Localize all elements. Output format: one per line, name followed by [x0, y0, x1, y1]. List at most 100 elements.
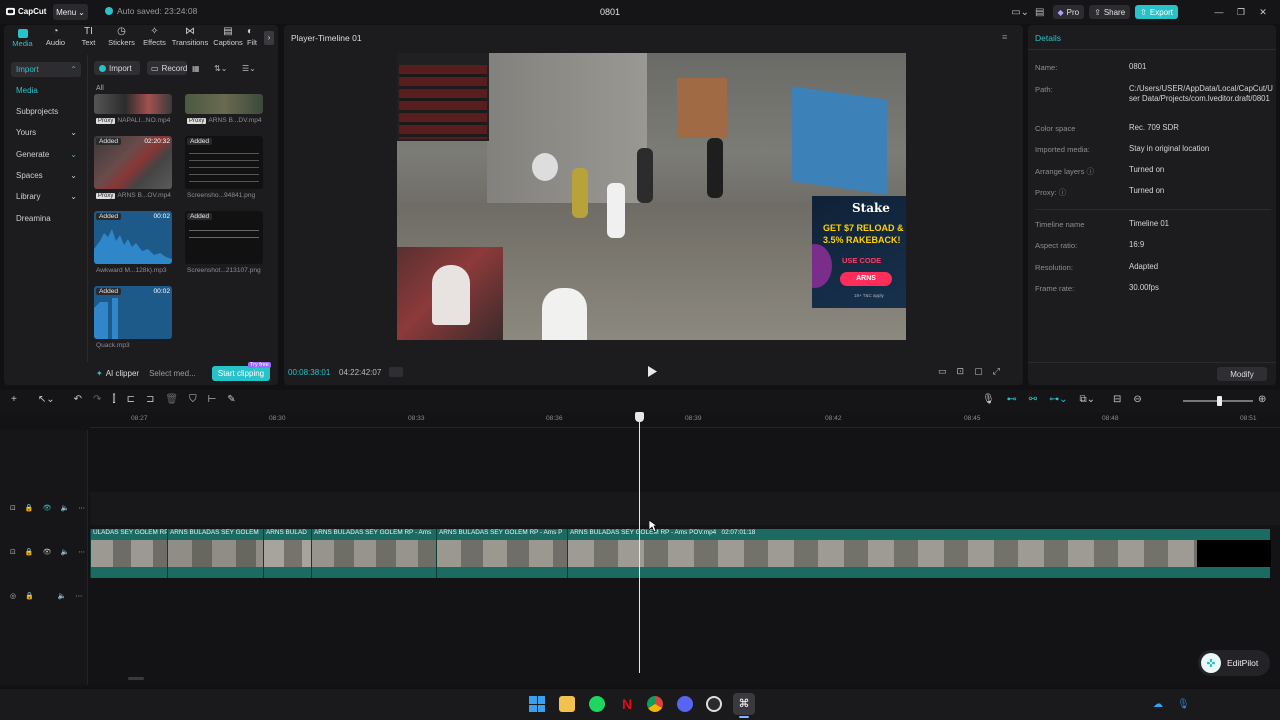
timeline-clip[interactable]: ARNS BULAD: [263, 529, 311, 578]
timeline-clip[interactable]: ARNS BULADAS SEY GOLEM RP - Ams: [311, 529, 436, 578]
add-track-icon[interactable]: +: [11, 394, 17, 405]
delete-icon[interactable]: 🗑: [165, 394, 178, 405]
shortcut-icon[interactable]: ▤: [1035, 7, 1044, 18]
minimize-icon[interactable]: —: [1208, 7, 1230, 17]
magnet-icon[interactable]: ⊷: [1007, 394, 1017, 405]
track-icon[interactable]: ⊡: [10, 548, 16, 556]
fullscreen-icon[interactable]: ⤢: [993, 366, 1000, 377]
timeline-clip[interactable]: ULADAS SEY GOLEM RP -: [90, 529, 172, 578]
media-item-awkward-audio[interactable]: Added 00:02: [94, 211, 172, 264]
close-icon[interactable]: ✕: [1252, 7, 1274, 18]
crop-icon[interactable]: ⊡: [957, 366, 965, 377]
microphone-icon[interactable]: 🎙: [982, 394, 995, 405]
pro-button[interactable]: ◆ Pro: [1052, 5, 1085, 19]
compound-icon[interactable]: ⧉⌄: [1079, 394, 1095, 405]
more-icon[interactable]: ⋯: [76, 592, 83, 600]
zoom-in-icon[interactable]: ⊕: [1258, 394, 1266, 405]
sidebar-item-import[interactable]: Import ⌃: [11, 62, 81, 77]
more-icon[interactable]: ⋯: [78, 504, 85, 512]
trim-right-icon[interactable]: ⊐: [146, 394, 154, 405]
lock-icon[interactable]: 🔒: [25, 504, 34, 512]
redo-icon[interactable]: ↷: [93, 394, 101, 405]
tab-text[interactable]: TI Text: [72, 26, 105, 48]
sidebar-item-spaces[interactable]: Spaces ⌄: [11, 168, 81, 183]
timeline-clip[interactable]: ARNS BULADAS SEY GOLEM RP - Ams POV.mp4 …: [567, 529, 1271, 578]
video-preview[interactable]: Stake GET $7 RELOAD & 3.5% RAKEBACK! USE…: [397, 53, 906, 340]
sidebar-item-dreamina[interactable]: Dreamina: [11, 211, 81, 226]
tab-effects[interactable]: ✧ Effects: [138, 26, 171, 48]
menu-button[interactable]: Menu ⌄: [53, 4, 88, 20]
editpilot-button[interactable]: ✜ EditPilot: [1198, 650, 1270, 676]
timeline-clip[interactable]: ARNS BULADAS SEY GOLEM: [167, 529, 263, 578]
filter-icon[interactable]: ☰⌄: [242, 61, 256, 75]
discord-icon[interactable]: [677, 696, 693, 712]
sidebar-item-library[interactable]: Library ⌄: [11, 189, 81, 204]
timeline-scrollbar[interactable]: [128, 677, 144, 680]
volume-icon[interactable]: 🔈: [60, 548, 69, 556]
preview-axis-icon[interactable]: ⊶⌄: [1049, 394, 1067, 405]
export-button[interactable]: ⇧ Export: [1135, 5, 1178, 19]
ratio-icon[interactable]: ▢: [974, 366, 983, 377]
audio-track-icon[interactable]: ◎: [10, 592, 16, 600]
sidebar-item-generate[interactable]: Generate ⌄: [11, 147, 81, 162]
import-button[interactable]: Import: [94, 61, 140, 75]
player-menu-icon[interactable]: ≡: [1002, 32, 1007, 42]
mic-tray-icon[interactable]: 🎙: [1177, 699, 1190, 710]
lock-icon[interactable]: 🔒: [25, 592, 34, 600]
windows-start-icon[interactable]: [529, 696, 545, 712]
media-item-quack-audio[interactable]: Added 00:02: [94, 286, 172, 339]
file-explorer-icon[interactable]: [559, 696, 575, 712]
capcut-taskbar-icon[interactable]: ⌘: [733, 693, 755, 715]
undo-icon[interactable]: ↶: [74, 394, 82, 405]
draw-icon[interactable]: ✎: [227, 394, 235, 405]
freeze-icon[interactable]: ⊢: [208, 394, 217, 405]
netflix-icon[interactable]: N: [619, 696, 635, 712]
volume-icon[interactable]: 🔈: [60, 504, 69, 512]
tab-transitions[interactable]: ⋈ Transitions: [171, 26, 209, 48]
layout-icon[interactable]: ▭⌄: [1011, 7, 1029, 18]
lock-icon[interactable]: 🔒: [25, 548, 34, 556]
eye-icon[interactable]: 👁: [43, 548, 52, 556]
chrome-icon[interactable]: [647, 696, 663, 712]
record-button[interactable]: ▭ Record: [147, 61, 187, 75]
tab-stickers[interactable]: ◷ Stickers: [105, 26, 138, 48]
sort-icon[interactable]: ⇅⌄: [214, 61, 227, 75]
tab-captions[interactable]: ▤ Captions: [209, 26, 247, 48]
quality-icon[interactable]: ▭: [938, 366, 947, 377]
sidebar-item-yours[interactable]: Yours ⌄: [11, 125, 81, 140]
tab-media[interactable]: Media: [6, 26, 39, 48]
media-item-screenshot-2[interactable]: Added: [185, 211, 263, 264]
split-icon[interactable]: ⫿: [112, 394, 115, 405]
cloud-icon[interactable]: ☁: [1153, 699, 1163, 710]
media-item-napali[interactable]: [94, 94, 172, 114]
shield-icon[interactable]: ⛉: [189, 394, 197, 405]
playhead-handle[interactable]: [635, 412, 644, 422]
start-clipping-button[interactable]: Start clipping: [212, 366, 270, 381]
select-media-dropdown[interactable]: Select med...: [149, 369, 196, 378]
obs-icon[interactable]: [706, 696, 722, 712]
spotify-icon[interactable]: [589, 696, 605, 712]
info-icon[interactable]: ⓘ: [1059, 188, 1067, 197]
media-item-screenshot-1[interactable]: Added: [185, 136, 263, 189]
playhead-line[interactable]: [639, 418, 640, 673]
info-icon[interactable]: ⓘ: [1087, 167, 1095, 176]
volume-icon[interactable]: 🔈: [58, 592, 67, 600]
more-icon[interactable]: ⋯: [78, 548, 85, 556]
media-item-arns-ov[interactable]: Added 02:20:32: [94, 136, 172, 189]
sidebar-item-subprojects[interactable]: Subprojects: [11, 104, 81, 119]
eye-icon[interactable]: 👁: [43, 504, 52, 512]
caption-track-icon[interactable]: ⊟: [1113, 394, 1121, 405]
timecode-icon[interactable]: [389, 367, 403, 377]
track-icon[interactable]: ⊡: [10, 504, 16, 512]
select-tool-icon[interactable]: ↖⌄: [38, 394, 55, 405]
zoom-slider-handle[interactable]: [1217, 396, 1222, 406]
timeline-clip[interactable]: ARNS BULADAS SEY GOLEM RP - Ams P: [436, 529, 567, 578]
maximize-icon[interactable]: ❐: [1230, 7, 1252, 18]
tab-filters[interactable]: ◐ Filt: [247, 26, 261, 48]
play-button[interactable]: [648, 366, 657, 377]
link-icon[interactable]: ⚯: [1029, 394, 1037, 405]
share-button[interactable]: ⇪ Share: [1089, 5, 1131, 19]
grid-view-icon[interactable]: ▦: [192, 61, 200, 75]
trim-left-icon[interactable]: ⊏: [127, 394, 135, 405]
zoom-out-icon[interactable]: ⊖: [1133, 394, 1141, 405]
